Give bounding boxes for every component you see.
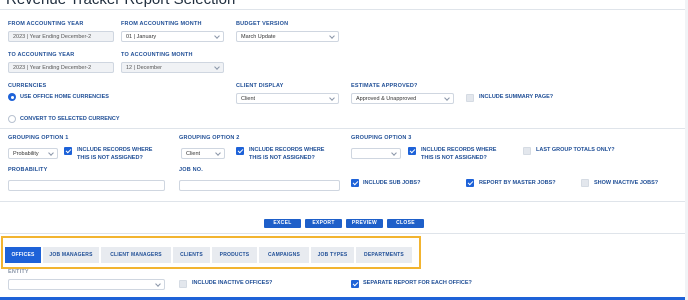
separate-report-label: SEPARATE REPORT FOR EACH OFFICE?	[363, 280, 472, 286]
to-month-label: TO ACCOUNTING MONTH	[121, 52, 193, 58]
tab-departments[interactable]: DEPARTMENTS	[356, 247, 412, 263]
include-inactive-offices-checkbox[interactable]	[179, 280, 187, 288]
grouping2-select[interactable]: Client	[181, 148, 225, 159]
currencies-label: CURRENCIES	[8, 83, 47, 89]
budget-version-value: March Update	[241, 34, 276, 40]
chevron-down-icon	[329, 95, 335, 101]
grouping3-unassigned-label1: INCLUDE RECORDS WHERE	[421, 147, 497, 153]
from-month-select[interactable]: 01 | January	[121, 31, 224, 42]
include-summary-checkbox[interactable]	[466, 94, 474, 102]
export-button[interactable]: EXPORT	[305, 219, 342, 228]
to-month-value: 12 | December	[126, 65, 162, 71]
section-divider	[0, 233, 685, 234]
from-year-select[interactable]: 2023 | Year Ending December-2	[8, 31, 114, 42]
probability-label: PROBABILITY	[8, 167, 48, 173]
to-year-label: TO ACCOUNTING YEAR	[8, 52, 75, 58]
entity-label: ENTITY	[8, 269, 29, 275]
tab-products[interactable]: PRODUCTS	[212, 247, 257, 263]
grouping1-unassigned-label1: INCLUDE RECORDS WHERE	[77, 147, 153, 153]
grouping1-value: Probability	[13, 151, 39, 157]
tab-campaigns[interactable]: CAMPAIGNS	[259, 247, 309, 263]
to-year-select[interactable]: 2023 | Year Ending December-2	[8, 62, 114, 73]
estimate-approved-value: Approved & Unapproved	[356, 96, 417, 102]
page-title: Revenue Tracker Report Selection	[6, 0, 235, 8]
to-month-select[interactable]: 12 | December	[121, 62, 224, 73]
close-button[interactable]: CLOSE	[387, 219, 424, 228]
grouping2-unassigned-label1: INCLUDE RECORDS WHERE	[249, 147, 325, 153]
from-month-value: 01 | January	[126, 34, 157, 40]
include-inactive-offices-label: INCLUDE INACTIVE OFFICES?	[192, 280, 273, 286]
last-group-totals-label: LAST GROUP TOTALS ONLY?	[536, 147, 615, 153]
chevron-down-icon	[48, 150, 54, 156]
grouping3-unassigned-checkbox[interactable]	[408, 147, 416, 155]
tab-job-types[interactable]: JOB TYPES	[311, 247, 354, 263]
excel-button[interactable]: EXCEL	[264, 219, 301, 228]
separate-report-checkbox[interactable]	[351, 280, 359, 288]
grouping2-label: GROUPING OPTION 2	[179, 135, 240, 141]
tab-clients[interactable]: CLIENTS	[173, 247, 210, 263]
chevron-down-icon	[215, 150, 221, 156]
show-inactive-jobs-checkbox[interactable]	[581, 179, 589, 187]
currency-convert-radio[interactable]	[8, 115, 16, 123]
client-display-select[interactable]: Client	[236, 93, 339, 104]
chevron-down-icon	[214, 33, 220, 39]
last-group-totals-checkbox[interactable]	[523, 147, 531, 155]
include-sub-jobs-checkbox[interactable]	[351, 179, 359, 187]
job-no-input[interactable]	[179, 180, 340, 191]
probability-input[interactable]	[8, 180, 165, 191]
grouping1-select[interactable]: Probability	[8, 148, 58, 159]
chevron-down-icon	[391, 150, 397, 156]
chevron-down-icon	[329, 33, 335, 39]
client-display-label: CLIENT DISPLAY	[236, 83, 284, 89]
grouping2-unassigned-label2: THIS IS NOT ASSIGNED?	[249, 155, 315, 161]
section-divider	[0, 128, 685, 129]
budget-version-select[interactable]: March Update	[236, 31, 339, 42]
currency-home-label: USE OFFICE HOME CURRENCIES	[20, 94, 109, 100]
show-inactive-jobs-label: SHOW INACTIVE JOBS?	[594, 180, 659, 186]
grouping2-unassigned-checkbox[interactable]	[236, 147, 244, 155]
grouping1-label: GROUPING OPTION 1	[8, 135, 69, 141]
preview-button[interactable]: PREVIEW	[346, 219, 383, 228]
grouping3-label: GROUPING OPTION 3	[351, 135, 412, 141]
currency-home-radio[interactable]	[8, 93, 16, 101]
chevron-down-icon	[444, 95, 450, 101]
grouping3-select[interactable]	[351, 148, 401, 159]
from-year-value: 2023 | Year Ending December-2	[13, 34, 92, 40]
budget-version-label: BUDGET VERSION	[236, 21, 289, 27]
tab-offices[interactable]: OFFICES	[5, 247, 41, 263]
from-year-label: FROM ACCOUNTING YEAR	[8, 21, 84, 27]
client-display-value: Client	[241, 96, 256, 102]
currency-convert-label: CONVERT TO SELECTED CURRENCY	[20, 116, 120, 122]
to-year-value: 2023 | Year Ending December-2	[13, 65, 92, 71]
section-divider	[0, 201, 685, 202]
tab-client-managers[interactable]: CLIENT MANAGERS	[101, 247, 171, 263]
from-month-label: FROM ACCOUNTING MONTH	[121, 21, 202, 27]
include-summary-label: INCLUDE SUMMARY PAGE?	[479, 94, 554, 100]
include-sub-jobs-label: INCLUDE SUB JOBS?	[363, 180, 421, 186]
report-by-master-label: REPORT BY MASTER JOBS?	[479, 180, 556, 186]
title-divider	[0, 9, 685, 10]
grouping1-unassigned-label2: THIS IS NOT ASSIGNED?	[77, 155, 143, 161]
grouping1-unassigned-checkbox[interactable]	[64, 147, 72, 155]
estimate-approved-select[interactable]: Approved & Unapproved	[351, 93, 454, 104]
report-by-master-checkbox[interactable]	[466, 179, 474, 187]
chevron-down-icon	[155, 281, 161, 287]
estimate-approved-label: ESTIMATE APPROVED?	[351, 83, 418, 89]
grouping3-unassigned-label2: THIS IS NOT ASSIGNED?	[421, 155, 487, 161]
grouping2-value: Client	[186, 151, 201, 157]
chevron-down-icon	[214, 64, 220, 70]
entity-select[interactable]	[8, 279, 165, 290]
job-no-label: JOB NO.	[179, 167, 204, 173]
tab-job-managers[interactable]: JOB MANAGERS	[43, 247, 99, 263]
